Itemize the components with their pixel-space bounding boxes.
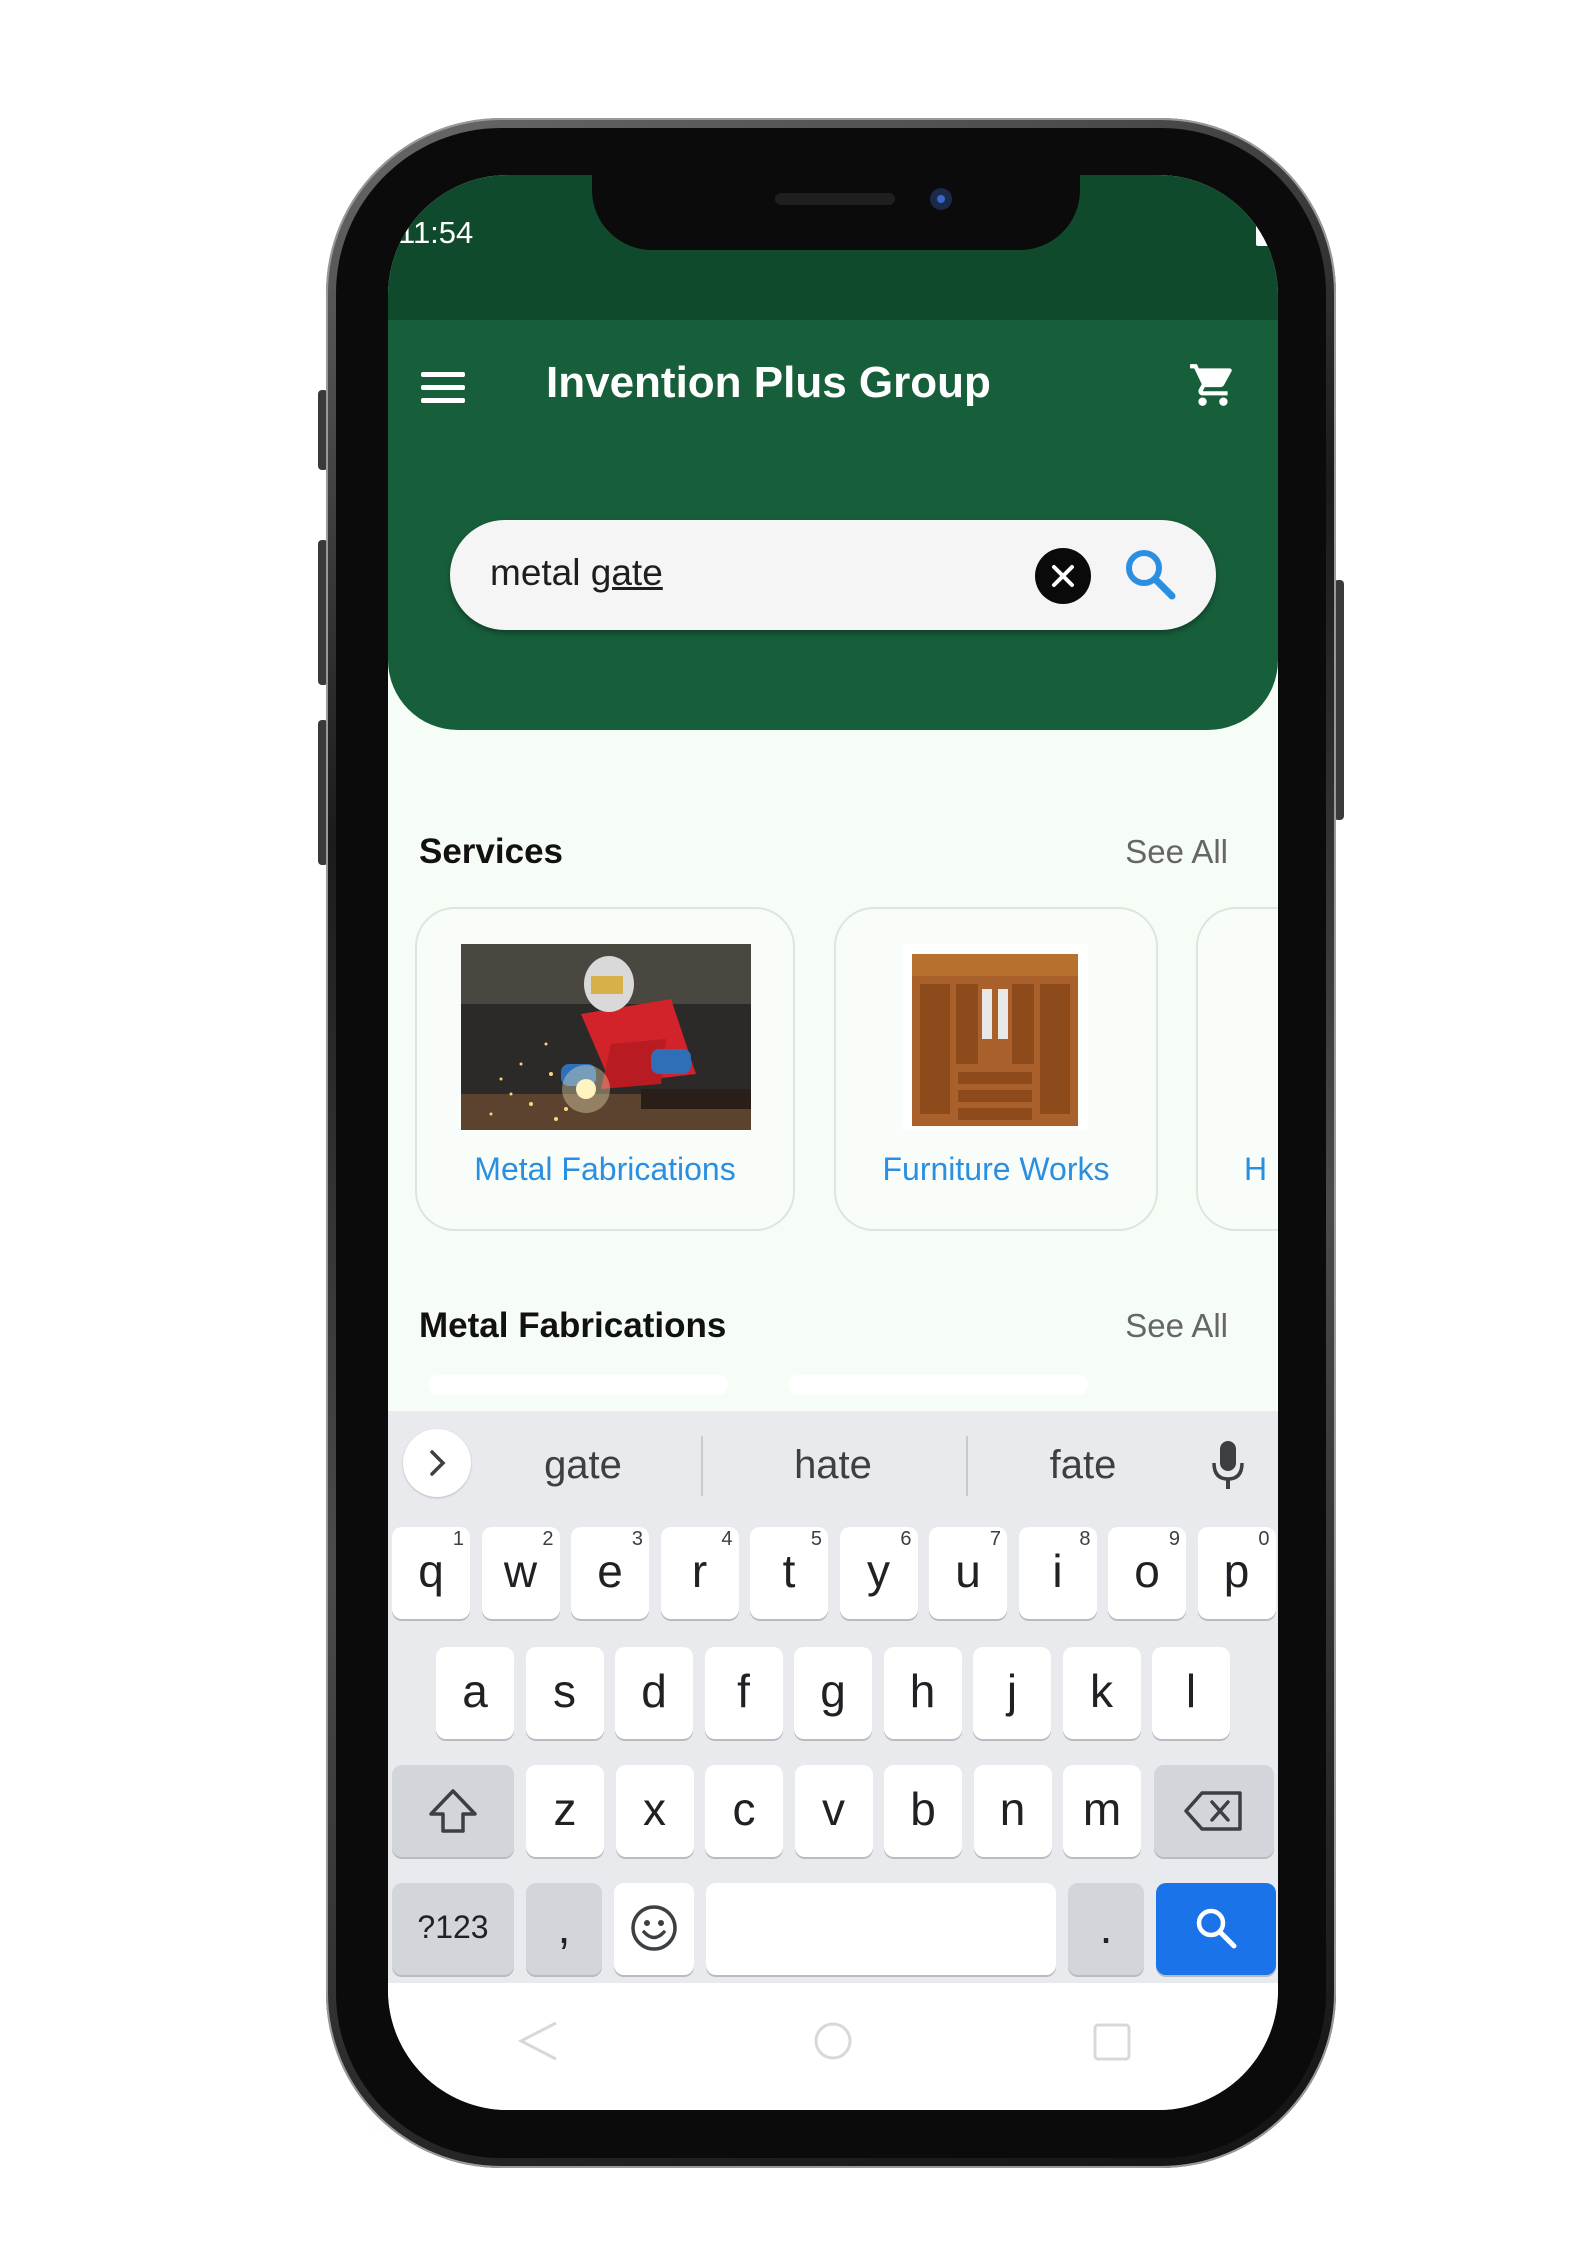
search-input[interactable]: metal gate xyxy=(490,552,663,594)
clear-search-icon[interactable] xyxy=(1035,548,1091,604)
key-z[interactable]: z xyxy=(526,1765,604,1857)
backspace-key[interactable] xyxy=(1154,1765,1274,1857)
front-camera xyxy=(930,188,952,210)
key-u[interactable]: 7u xyxy=(929,1527,1007,1619)
app-screen: 11:54 Invention Plus Group metal gate Se… xyxy=(388,175,1278,2110)
suggestion-1[interactable]: gate xyxy=(493,1443,673,1488)
key-r[interactable]: 4r xyxy=(660,1527,739,1619)
service-card-furniture-works[interactable]: Furniture Works xyxy=(834,907,1158,1231)
shopping-cart-icon[interactable] xyxy=(1188,360,1238,410)
app-title: Invention Plus Group xyxy=(546,358,991,407)
hamburger-menu-icon[interactable] xyxy=(421,372,465,404)
suggestion-2[interactable]: hate xyxy=(743,1443,923,1488)
welder-photo xyxy=(461,944,751,1130)
comma-key[interactable]: , xyxy=(526,1883,602,1975)
service-card-metal-fabrications[interactable]: Metal Fabrications xyxy=(415,907,795,1231)
shift-key[interactable] xyxy=(392,1765,514,1857)
onscreen-keyboard: gate hate fate 1q2w3e4r5t6y7u8i9o0p asdf… xyxy=(388,1411,1278,1983)
suggestion-strip: gate hate fate xyxy=(388,1411,1278,1521)
search-icon[interactable] xyxy=(1120,544,1180,604)
product-card-peek xyxy=(428,1375,728,1395)
key-c[interactable]: c xyxy=(705,1765,783,1857)
key-n[interactable]: n xyxy=(973,1765,1052,1857)
key-b[interactable]: b xyxy=(884,1765,962,1857)
system-nav-bar xyxy=(388,1983,1278,2110)
microphone-icon[interactable] xyxy=(1208,1435,1248,1495)
service-card-label: Furniture Works xyxy=(882,1151,1110,1187)
app-header: Invention Plus Group metal gate xyxy=(388,320,1278,730)
key-a[interactable]: a xyxy=(436,1647,514,1739)
metal-fabrications-heading: Metal Fabrications xyxy=(419,1306,727,1345)
battery-icon xyxy=(1256,220,1272,246)
search-field[interactable]: metal gate xyxy=(450,520,1216,630)
key-j[interactable]: j xyxy=(973,1647,1051,1739)
key-g[interactable]: g xyxy=(794,1647,872,1739)
key-v[interactable]: v xyxy=(794,1765,873,1857)
phone-notch xyxy=(592,170,1080,250)
key-q[interactable]: 1q xyxy=(392,1527,470,1619)
service-card-label: H xyxy=(1244,1151,1268,1187)
spacebar-key[interactable] xyxy=(706,1883,1056,1975)
services-heading: Services xyxy=(419,832,564,871)
service-card-label: Metal Fabrications xyxy=(474,1151,736,1187)
key-p[interactable]: 0p xyxy=(1197,1527,1276,1619)
metal-fabrications-see-all-link[interactable]: See All xyxy=(1125,1307,1228,1345)
key-d[interactable]: d xyxy=(615,1647,693,1739)
chevron-right-icon[interactable] xyxy=(403,1429,471,1497)
suggestion-3[interactable]: fate xyxy=(993,1443,1173,1488)
status-time: 11:54 xyxy=(398,215,474,250)
key-m[interactable]: m xyxy=(1063,1765,1141,1857)
key-e[interactable]: 3e xyxy=(571,1527,649,1619)
speaker-grille xyxy=(775,193,895,205)
home-nav-icon xyxy=(814,2022,852,2060)
key-t[interactable]: 5t xyxy=(750,1527,828,1619)
period-key[interactable]: . xyxy=(1068,1883,1144,1975)
key-s[interactable]: s xyxy=(525,1647,604,1739)
service-card-partial[interactable]: H xyxy=(1196,907,1278,1231)
key-w[interactable]: 2w xyxy=(481,1527,560,1619)
key-y[interactable]: 6y xyxy=(839,1527,918,1619)
recents-nav-icon xyxy=(1093,2023,1131,2061)
back-nav-icon xyxy=(517,2021,557,2061)
key-l[interactable]: l xyxy=(1152,1647,1230,1739)
product-card-peek xyxy=(788,1375,1088,1395)
wardrobe-photo xyxy=(902,944,1088,1130)
key-h[interactable]: h xyxy=(883,1647,962,1739)
services-see-all-link[interactable]: See All xyxy=(1125,833,1228,871)
key-i[interactable]: 8i xyxy=(1018,1527,1097,1619)
key-f[interactable]: f xyxy=(704,1647,783,1739)
keyboard-search-key[interactable] xyxy=(1156,1883,1276,1975)
symbols-key[interactable]: ?123 xyxy=(392,1883,514,1975)
key-o[interactable]: 9o xyxy=(1108,1527,1186,1619)
emoji-key[interactable] xyxy=(614,1883,694,1975)
key-x[interactable]: x xyxy=(615,1765,694,1857)
key-k[interactable]: k xyxy=(1062,1647,1141,1739)
